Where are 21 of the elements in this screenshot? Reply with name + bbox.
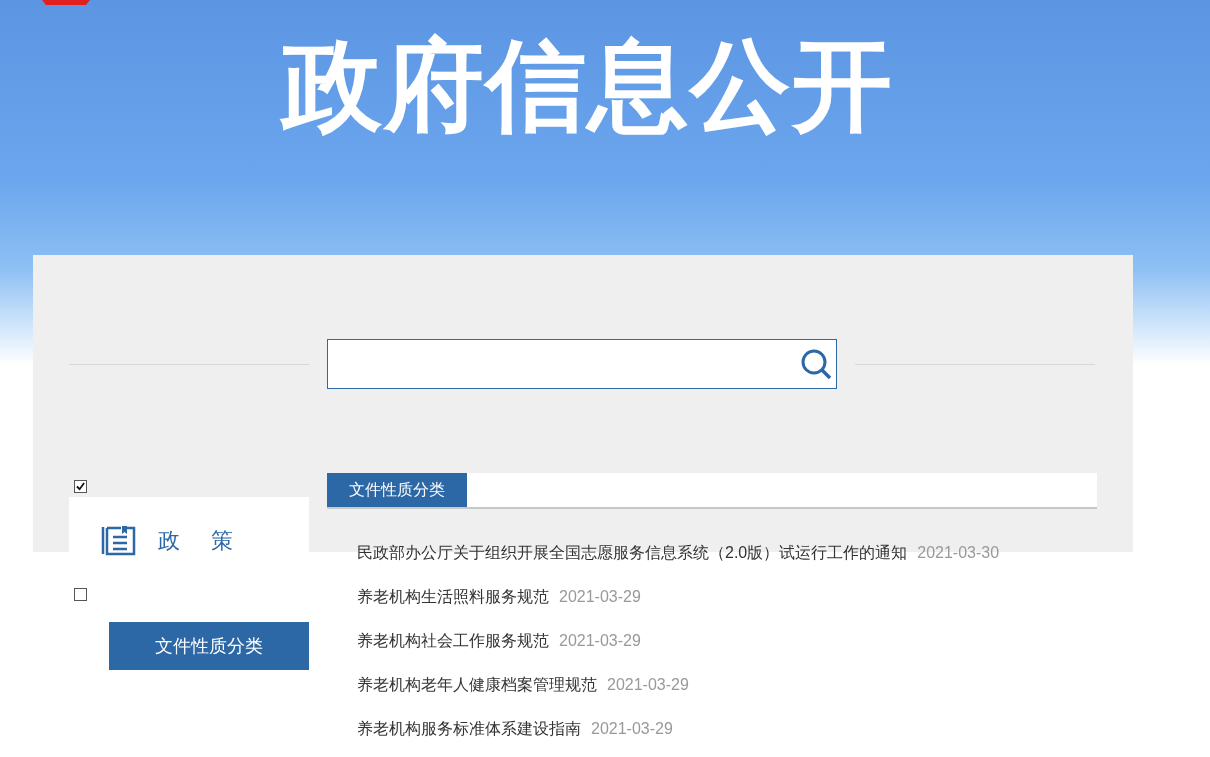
checkbox[interactable] [74,479,87,493]
document-link[interactable]: 养老机构服务标准体系建设指南 [357,717,581,741]
search-icon[interactable] [799,347,833,381]
document-date: 2021-03-29 [607,675,689,695]
document-link[interactable]: 民政部办公厅关于组织开展全国志愿服务信息系统（2.0版）试运行工作的通知 [357,541,908,565]
document-link[interactable]: 养老机构生活照料服务规范 [357,585,549,609]
document-date: 2021-03-29 [559,631,641,651]
tab[interactable]: 文件性质分类 [327,473,467,507]
document-date: 2021-03-29 [559,587,641,607]
document-link[interactable]: 养老机构老年人健康档案管理规范 [357,673,597,697]
book-icon [101,524,136,556]
category-button[interactable]: 文件性质分类 [109,622,309,670]
page-title: 政府信息公开 [282,28,895,143]
document-date: 2021-03-30 [917,543,1000,563]
document-link[interactable]: 养老机构社会工作服务规范 [357,629,549,653]
search-field[interactable] [327,339,837,389]
category-title: 政策 [158,526,264,555]
logo-icon [42,0,90,5]
document-date: 2021-03-29 [591,719,673,739]
checkbox[interactable] [74,587,87,601]
checkmark-icon [76,481,85,491]
